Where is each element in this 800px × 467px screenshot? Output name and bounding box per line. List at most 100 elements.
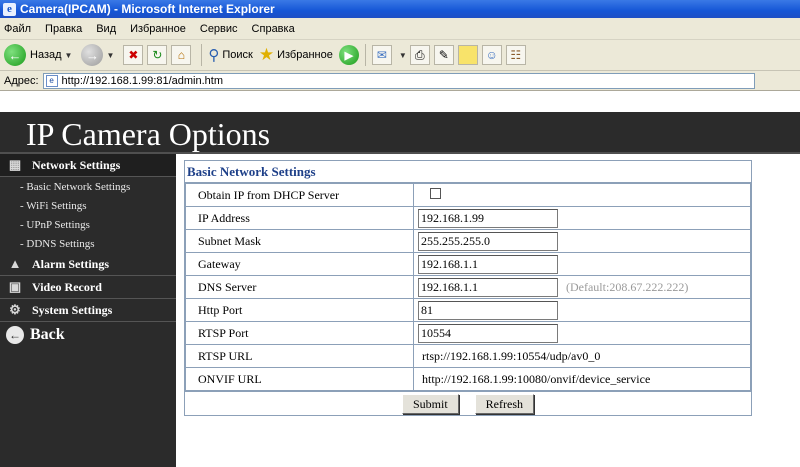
network-icon: ▦	[8, 157, 22, 172]
address-input[interactable]: e http://192.168.1.99:81/admin.htm	[42, 72, 755, 89]
table-row: RTSP URL rtsp://192.168.1.99:10554/udp/a…	[185, 344, 751, 368]
button-row: Submit Refresh	[185, 391, 751, 415]
dns-label: DNS Server	[185, 275, 414, 299]
mail-icon[interactable]: ✉	[371, 45, 392, 65]
mask-label: Subnet Mask	[185, 229, 414, 253]
rtsp-port-label: RTSP Port	[185, 321, 414, 345]
sidebar-item-back[interactable]: ← Back	[0, 322, 176, 348]
menu-file[interactable]: Файл	[4, 23, 31, 35]
table-row: Http Port 81	[185, 298, 751, 322]
panel-title: Basic Network Settings	[185, 161, 751, 183]
table-row: ONVIF URL http://192.168.1.99:10080/onvi…	[185, 367, 751, 391]
rtsp-url-value: rtsp://192.168.1.99:10554/udp/av0_0	[413, 344, 751, 368]
menu-edit[interactable]: Правка	[45, 23, 82, 35]
rtsp-port-cell: 10554	[413, 321, 751, 345]
favorites-label: Избранное	[277, 49, 333, 61]
http-port-cell: 81	[413, 298, 751, 322]
title-bar: e Camera(IPCAM) - Microsoft Internet Exp…	[0, 0, 800, 18]
ie-logo-icon: e	[3, 2, 16, 16]
address-url: http://192.168.1.99:81/admin.htm	[61, 74, 223, 87]
sidebar-sub-basic-network[interactable]: - Basic Network Settings	[0, 177, 176, 196]
subnet-mask-field[interactable]: 255.255.255.0	[418, 231, 558, 251]
media-icon[interactable]: ▶	[338, 45, 359, 65]
address-label: Адрес:	[4, 74, 39, 87]
back-arrow-icon: ←	[4, 44, 26, 66]
menu-tools[interactable]: Сервис	[200, 23, 238, 35]
onvif-url-label: ONVIF URL	[185, 367, 414, 391]
sidebar-item-alarm[interactable]: ▲ Alarm Settings	[0, 253, 176, 276]
address-bar: Адрес: e http://192.168.1.99:81/admin.ht…	[0, 71, 800, 91]
back-arrow-icon: ←	[6, 326, 24, 344]
toolbar-separator	[364, 44, 366, 66]
alarm-icon: ▲	[8, 256, 22, 271]
sidebar-item-network[interactable]: ▦ Network Settings	[0, 154, 176, 177]
http-port-field[interactable]: 81	[418, 300, 558, 320]
back-button[interactable]: ← Назад ▼	[4, 44, 75, 66]
messenger-icon[interactable]: ☺	[481, 45, 502, 65]
gateway-field[interactable]: 192.168.1.1	[418, 254, 558, 274]
chevron-down-icon[interactable]: ▼	[65, 51, 73, 60]
star-icon: ★	[258, 45, 275, 64]
rtsp-port-field[interactable]: 10554	[418, 323, 558, 343]
menu-favorites[interactable]: Избранное	[130, 23, 186, 35]
sidebar: ▦ Network Settings - Basic Network Setti…	[0, 154, 176, 467]
research-icon[interactable]: ☷	[505, 45, 526, 65]
chevron-down-icon[interactable]: ▼	[399, 51, 407, 60]
sidebar-item-label: System Settings	[32, 302, 113, 317]
dns-default-hint: (Default:208.67.222.222)	[566, 279, 689, 294]
onvif-url-value: http://192.168.1.99:10080/onvif/device_s…	[413, 367, 751, 391]
edit-icon[interactable]: ✎	[433, 45, 454, 65]
gateway-label: Gateway	[185, 252, 414, 276]
search-label: Поиск	[222, 49, 253, 61]
search-icon: ⚲	[208, 47, 220, 64]
sidebar-sub-upnp[interactable]: - UPnP Settings	[0, 215, 176, 234]
ip-address-field[interactable]: 192.168.1.99	[418, 208, 558, 228]
page-title: IP Camera Options	[0, 112, 800, 152]
ip-label: IP Address	[185, 206, 414, 230]
dhcp-label: Obtain IP from DHCP Server	[185, 183, 414, 207]
menu-view[interactable]: Вид	[96, 23, 116, 35]
toolbar-separator	[201, 44, 203, 66]
sidebar-sub-ddns[interactable]: - DDNS Settings	[0, 234, 176, 253]
back-label: Назад	[30, 49, 62, 61]
home-icon[interactable]: ⌂	[171, 45, 192, 65]
ip-cell: 192.168.1.99	[413, 206, 751, 230]
sidebar-item-video[interactable]: ▣ Video Record	[0, 276, 176, 299]
page-icon: e	[45, 74, 58, 87]
dns-cell: 192.168.1.1 (Default:208.67.222.222)	[413, 275, 751, 299]
browser-window: e Camera(IPCAM) - Microsoft Internet Exp…	[0, 0, 800, 467]
table-row: DNS Server 192.168.1.1 (Default:208.67.22…	[185, 275, 751, 299]
window-title: Camera(IPCAM) - Microsoft Internet Explo…	[20, 2, 275, 16]
sidebar-item-label: Network Settings	[32, 157, 121, 172]
sidebar-item-label: Back	[30, 326, 65, 343]
notes-icon[interactable]	[457, 45, 478, 65]
gateway-cell: 192.168.1.1	[413, 252, 751, 276]
settings-table: Obtain IP from DHCP Server IP Address 19…	[185, 183, 751, 391]
sidebar-sub-wifi[interactable]: - WiFi Settings	[0, 196, 176, 215]
print-icon[interactable]: ⎙	[409, 45, 430, 65]
refresh-button[interactable]: Refresh	[474, 394, 534, 414]
stop-icon[interactable]: ✖	[123, 45, 144, 65]
sidebar-item-label: Alarm Settings	[32, 256, 109, 271]
table-row: Gateway 192.168.1.1	[185, 252, 751, 276]
search-button[interactable]: ⚲ Поиск	[208, 46, 252, 64]
sidebar-item-system[interactable]: ⚙ System Settings	[0, 299, 176, 322]
sidebar-item-label: Video Record	[32, 279, 102, 294]
dhcp-cell	[413, 183, 751, 207]
gear-icon: ⚙	[9, 302, 21, 317]
forward-button[interactable]: → ▼	[81, 44, 117, 66]
refresh-icon[interactable]: ↻	[147, 45, 168, 65]
menu-help[interactable]: Справка	[252, 23, 295, 35]
toolbar: ← Назад ▼ → ▼ ✖ ↻ ⌂ ⚲ Поиск ★ Избранное …	[0, 40, 800, 71]
favorites-button[interactable]: ★ Избранное	[259, 45, 333, 65]
submit-button[interactable]: Submit	[401, 394, 459, 414]
dns-server-field[interactable]: 192.168.1.1	[418, 277, 558, 297]
chevron-down-icon[interactable]: ▼	[106, 51, 114, 60]
http-port-label: Http Port	[185, 298, 414, 322]
table-row: Obtain IP from DHCP Server	[185, 183, 751, 207]
dhcp-checkbox[interactable]	[430, 187, 441, 199]
mask-cell: 255.255.255.0	[413, 229, 751, 253]
basic-network-panel: Basic Network Settings Obtain IP from DH…	[184, 160, 752, 416]
main-content: Basic Network Settings Obtain IP from DH…	[176, 154, 800, 467]
table-row: RTSP Port 10554	[185, 321, 751, 345]
